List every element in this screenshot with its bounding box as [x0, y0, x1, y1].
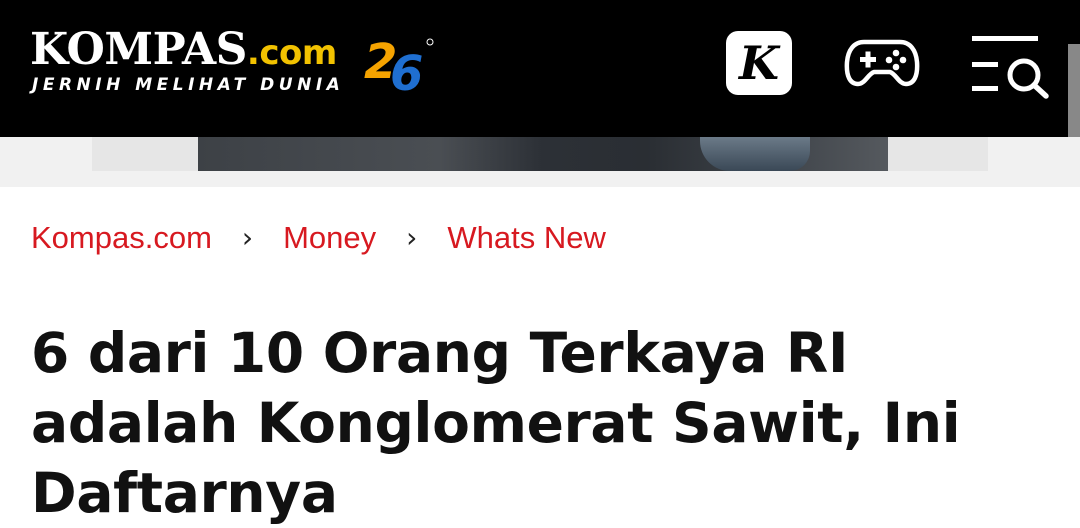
breadcrumb-link-home[interactable]: Kompas.com — [31, 216, 212, 260]
top-navigation-bar: KOMPAS.com JERNIH MELIHAT DUNIA 2 6 K — [0, 0, 1080, 137]
kompas-k-icon: K — [739, 36, 779, 90]
svg-text:6: 6 — [390, 46, 423, 98]
logo-brand-name: KOMPAS — [30, 24, 247, 75]
breadcrumb-link-whats-new[interactable]: Whats New — [447, 216, 605, 260]
breadcrumb-separator-icon: › — [406, 221, 418, 254]
ad-banner-image[interactable] — [0, 137, 1080, 187]
anniversary-26-logo-icon: 2 6 — [364, 34, 434, 98]
kompas-logo[interactable]: KOMPAS.com JERNIH MELIHAT DUNIA 2 6 — [30, 24, 450, 104]
article-title: 6 dari 10 Orang Terkaya RI adalah Konglo… — [31, 321, 961, 525]
logo-tagline: JERNIH MELIHAT DUNIA — [32, 75, 345, 95]
gamepad-icon[interactable] — [844, 36, 920, 88]
kompas-k-button[interactable]: K — [726, 31, 792, 95]
logo-brand-suffix: .com — [246, 33, 337, 73]
breadcrumb: Kompas.com › Money › Whats New — [31, 216, 606, 260]
logo-wordmark: KOMPAS.com — [30, 24, 337, 79]
banner-photo-hand — [700, 137, 810, 171]
breadcrumb-separator-icon: › — [241, 221, 254, 254]
menu-search-icon[interactable] — [968, 30, 1052, 102]
breadcrumb-link-money[interactable]: Money — [283, 216, 376, 260]
